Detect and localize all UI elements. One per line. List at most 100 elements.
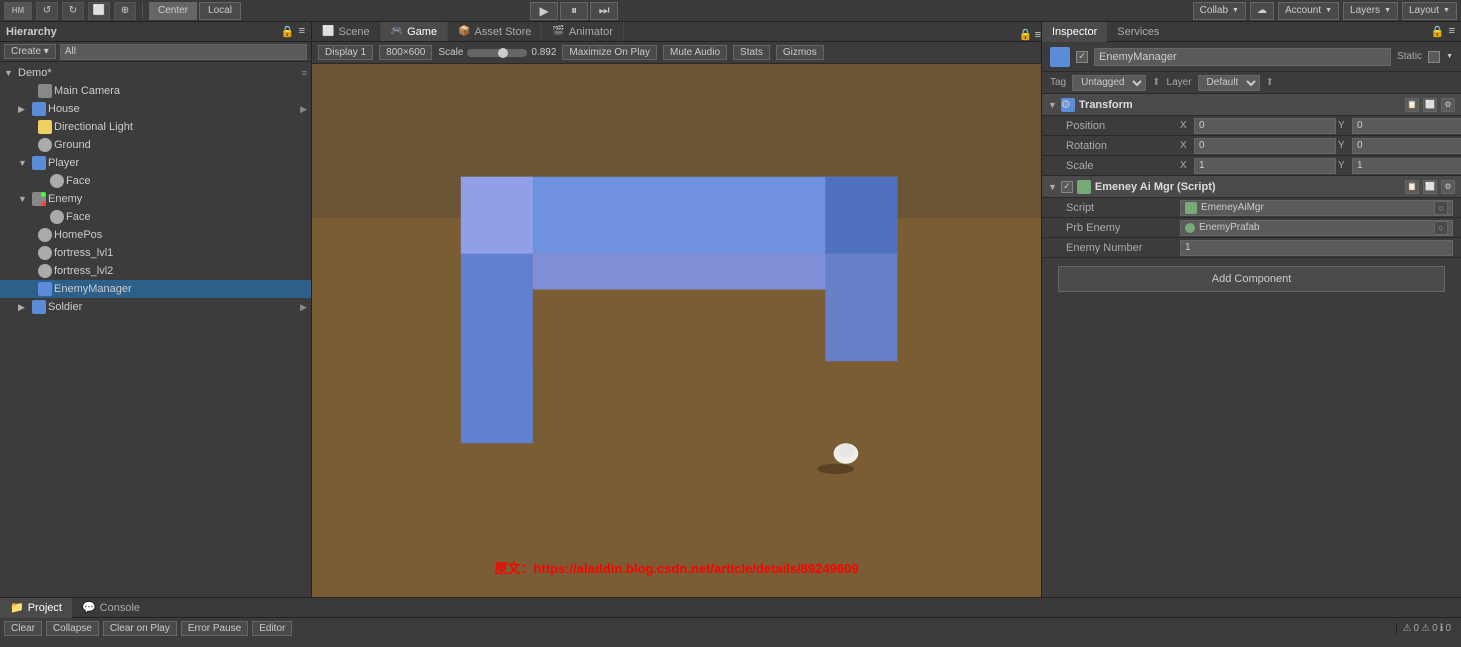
- menu-icon[interactable]: ≡: [299, 25, 305, 38]
- unity-logo: HM: [4, 2, 32, 20]
- position-x-input[interactable]: [1194, 118, 1336, 134]
- tag-select[interactable]: Untagged: [1072, 75, 1146, 91]
- toolbar-btn-undo[interactable]: ↺: [36, 2, 58, 20]
- lock-icon[interactable]: 🔒: [1431, 25, 1445, 38]
- local-toggle[interactable]: Local: [199, 2, 241, 20]
- warn-count: 0: [1432, 623, 1438, 634]
- sphere-icon: [38, 228, 52, 242]
- layers-dropdown[interactable]: Layers ▼: [1343, 2, 1398, 20]
- bottom-area: 📁 Project 💬 Console Clear Collapse Clear…: [0, 597, 1461, 647]
- toolbar-btn-rect[interactable]: ⬜: [88, 2, 110, 20]
- paste-icon[interactable]: 📋: [1405, 98, 1419, 112]
- gizmos-dropdown[interactable]: Gizmos: [776, 45, 824, 60]
- list-item[interactable]: ▼ Player: [0, 154, 311, 172]
- list-item[interactable]: HomePos: [0, 226, 311, 244]
- scale-y-input[interactable]: [1352, 158, 1461, 174]
- step-button[interactable]: ⏭: [590, 2, 618, 20]
- list-item[interactable]: fortress_lvl2: [0, 262, 311, 280]
- tab-scene[interactable]: ⬜ Scene: [312, 22, 381, 41]
- center-toggle[interactable]: Center: [149, 2, 197, 20]
- tab-project[interactable]: 📁 Project: [0, 598, 72, 618]
- pause-button[interactable]: ⏸: [560, 2, 588, 20]
- lock-icon[interactable]: 🔒: [281, 25, 295, 38]
- list-item[interactable]: Directional Light: [0, 118, 311, 136]
- list-item[interactable]: EnemyManager: [0, 280, 311, 298]
- collapse-button[interactable]: Collapse: [46, 621, 99, 636]
- static-dropdown-arrow[interactable]: ▼: [1446, 53, 1453, 60]
- create-button[interactable]: Create ▾: [4, 44, 56, 59]
- search-input[interactable]: [60, 44, 307, 60]
- rotation-y-input[interactable]: [1352, 138, 1461, 154]
- tab-inspector[interactable]: Inspector: [1042, 22, 1107, 42]
- add-component-button[interactable]: Add Component: [1058, 266, 1445, 292]
- game-viewport[interactable]: 原文：https://aladdin.blog.csdn.net/article…: [312, 64, 1041, 597]
- scale-label: Scale: [1066, 160, 1176, 172]
- collab-dropdown[interactable]: Collab ▼: [1193, 2, 1246, 20]
- maximize-on-play-toggle[interactable]: Maximize On Play: [562, 45, 657, 60]
- transform-icon: ⚙: [1061, 98, 1075, 112]
- layer-select[interactable]: Default: [1198, 75, 1260, 91]
- list-item[interactable]: ▶ Soldier ▶: [0, 298, 311, 316]
- mute-audio-toggle[interactable]: Mute Audio: [663, 45, 727, 60]
- tab-asset-store[interactable]: 📦 Asset Store: [448, 22, 542, 41]
- lock-icon[interactable]: 🔒: [1019, 28, 1033, 41]
- scale-x-input[interactable]: [1194, 158, 1336, 174]
- list-item[interactable]: fortress_lvl1: [0, 244, 311, 262]
- tab-console[interactable]: 💬 Console: [72, 598, 150, 618]
- tab-services[interactable]: Services: [1107, 22, 1169, 42]
- list-item[interactable]: Face: [0, 208, 311, 226]
- resolution-dropdown[interactable]: 800×600: [379, 45, 432, 60]
- object-name-input[interactable]: [1094, 48, 1391, 66]
- cloud-button[interactable]: ☁: [1250, 2, 1274, 20]
- tab-game-label: Game: [407, 26, 437, 38]
- script-component-header[interactable]: ▼ ✓ Emeney Ai Mgr (Script) 📋 ⬜ ⚙: [1042, 176, 1461, 198]
- list-item[interactable]: ▼ Demo* ≡: [0, 64, 311, 82]
- script-active-checkbox[interactable]: ✓: [1061, 181, 1073, 193]
- paste-icon[interactable]: 📋: [1405, 180, 1419, 194]
- viewport-scene: [312, 64, 1041, 597]
- expand-icon[interactable]: ⬜: [1423, 98, 1437, 112]
- toolbar-btn-transform[interactable]: ⊕: [114, 2, 136, 20]
- y-axis-label: Y: [1338, 160, 1350, 171]
- tab-game[interactable]: 🎮 Game: [381, 22, 448, 41]
- stats-button[interactable]: Stats: [733, 45, 770, 60]
- account-dropdown[interactable]: Account ▼: [1278, 2, 1339, 20]
- display-dropdown[interactable]: Display 1: [318, 45, 373, 60]
- error-pause-button[interactable]: Error Pause: [181, 621, 248, 636]
- active-checkbox[interactable]: ✓: [1076, 51, 1088, 63]
- enemy-icon: [32, 192, 46, 206]
- inspector-panel: Inspector Services 🔒 ≡ ✓ Static ▼ Tag Un…: [1041, 22, 1461, 597]
- editor-button[interactable]: Editor: [252, 621, 292, 636]
- script-link-button[interactable]: ○: [1434, 201, 1448, 215]
- toolbar-btn-redo[interactable]: ↻: [62, 2, 84, 20]
- play-button[interactable]: ▶: [530, 2, 558, 20]
- list-item[interactable]: Face: [0, 172, 311, 190]
- prb-enemy-value: EnemyPrafab ○: [1180, 220, 1453, 236]
- item-label: Demo*: [18, 67, 52, 79]
- list-item[interactable]: ▶ House ▶: [0, 100, 311, 118]
- item-label: fortress_lvl2: [54, 265, 113, 277]
- clear-button[interactable]: Clear: [4, 621, 42, 636]
- tab-animator[interactable]: 🎬 Animator: [542, 22, 623, 41]
- transform-component-header[interactable]: ▼ ⚙ Transform 📋 ⬜ ⚙: [1042, 94, 1461, 116]
- layout-dropdown[interactable]: Layout ▼: [1402, 2, 1457, 20]
- scale-control: Scale 0.892: [438, 47, 556, 58]
- list-item[interactable]: Ground: [0, 136, 311, 154]
- expand-icon[interactable]: ⬜: [1423, 180, 1437, 194]
- scale-slider[interactable]: [467, 49, 527, 57]
- script-file-icon: [1185, 202, 1197, 214]
- settings-icon[interactable]: ⚙: [1441, 180, 1455, 194]
- position-y-input[interactable]: [1352, 118, 1461, 134]
- prb-enemy-link-button[interactable]: ○: [1434, 221, 1448, 235]
- list-item[interactable]: Main Camera: [0, 82, 311, 100]
- rotation-x-input[interactable]: [1194, 138, 1336, 154]
- static-checkbox[interactable]: [1428, 51, 1440, 63]
- menu-icon[interactable]: ≡: [1449, 25, 1455, 38]
- enemy-number-input[interactable]: [1180, 240, 1453, 256]
- script-component-name: Emeney Ai Mgr (Script): [1095, 181, 1216, 193]
- settings-icon[interactable]: ⚙: [1441, 98, 1455, 112]
- tab-right-icons: 🔒 ≡: [1019, 28, 1041, 41]
- clear-on-play-button[interactable]: Clear on Play: [103, 621, 177, 636]
- list-item[interactable]: ▼ Enemy: [0, 190, 311, 208]
- scene-icon: ⬜: [322, 26, 334, 37]
